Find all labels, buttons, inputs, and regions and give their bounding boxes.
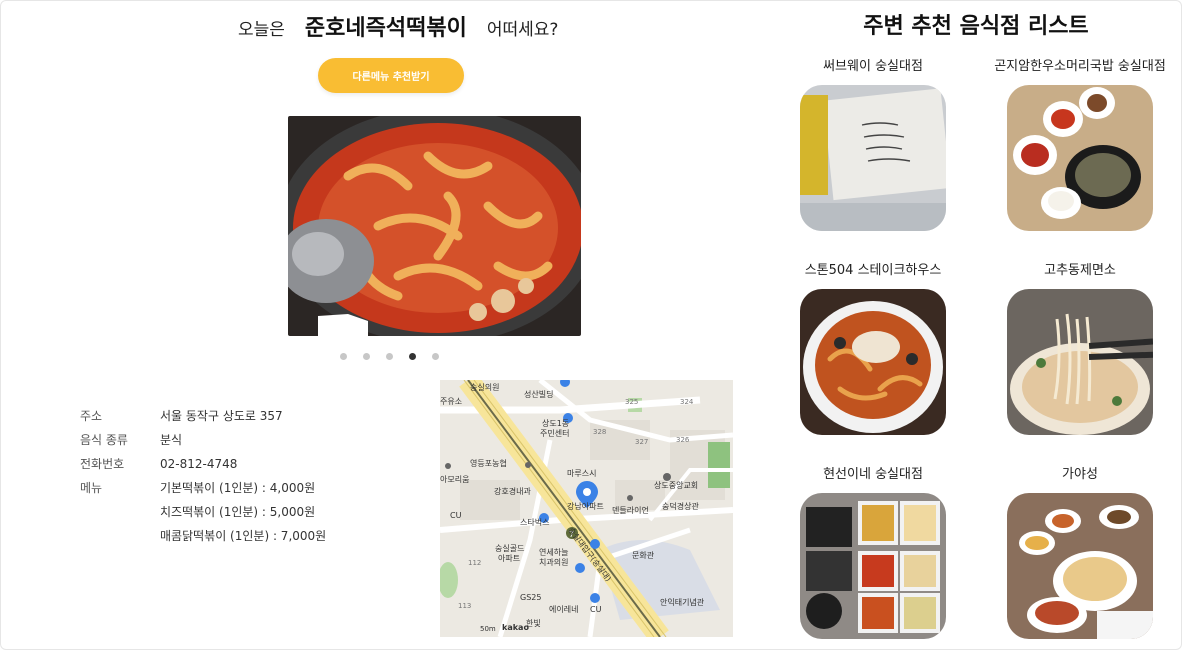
restaurant-photo bbox=[288, 116, 581, 336]
menu-list: 기본떡볶이 (1인분) : 4,000원 치즈떡볶이 (1인분) : 5,000… bbox=[160, 476, 326, 548]
map-label: 아파트 bbox=[498, 553, 520, 563]
carousel-dot-active[interactable] bbox=[409, 353, 416, 360]
address-row: 주소 서울 동작구 상도로 357 bbox=[80, 404, 326, 428]
map-label: 숭실의원 bbox=[470, 382, 499, 392]
category-row: 음식 종류 분식 bbox=[80, 428, 326, 452]
map-label: 326 bbox=[676, 436, 690, 444]
map-label: 치과의원 bbox=[539, 557, 568, 567]
recommend-other-menu-button[interactable]: 다른메뉴 추천받기 bbox=[318, 58, 464, 93]
nearby-card[interactable]: 가야성 bbox=[990, 465, 1170, 639]
menu-label: 메뉴 bbox=[80, 481, 103, 495]
category-label: 음식 종류 bbox=[80, 433, 128, 447]
map-label: 덴들라이언 bbox=[612, 505, 649, 515]
carousel-dot[interactable] bbox=[432, 353, 439, 360]
nearby-card[interactable]: 스톤504 스테이크하우스 bbox=[783, 261, 963, 435]
nearby-thumbnail[interactable] bbox=[800, 289, 946, 435]
map-label: 상도1동 bbox=[542, 418, 569, 428]
carousel-dot[interactable] bbox=[386, 353, 393, 360]
map-label: 성산빌딩 bbox=[524, 389, 553, 399]
map-label: 문화관 bbox=[632, 550, 655, 560]
map-label: 연세하늘 bbox=[539, 547, 568, 557]
nearby-name: 현선이네 숭실대점 bbox=[823, 467, 923, 482]
menu-item: 기본떡볶이 (1인분) : 4,000원 bbox=[160, 481, 316, 495]
map-label: 아모리움 bbox=[440, 474, 469, 484]
carousel-dot[interactable] bbox=[340, 353, 347, 360]
menu-item: 매콤닭떡볶이 (1인분) : 7,000원 bbox=[160, 529, 327, 543]
address-value: 서울 동작구 상도로 357 bbox=[160, 409, 283, 423]
menu-item: 치즈떡볶이 (1인분) : 5,000원 bbox=[160, 505, 316, 519]
nearby-thumbnail[interactable] bbox=[1007, 493, 1153, 639]
map-label: 숭실골드 bbox=[495, 543, 524, 553]
map-label: CU bbox=[450, 511, 462, 520]
map-label: 324 bbox=[680, 398, 694, 406]
nearby-name: 곤지암한우소머리국밥 숭실대점 bbox=[994, 59, 1166, 74]
map-label: 스타벅스 bbox=[520, 517, 549, 527]
nearby-title: 주변 추천 음식점 리스트 bbox=[863, 14, 1089, 39]
address-label: 주소 bbox=[80, 409, 103, 423]
map-label: 에이레네 bbox=[549, 604, 578, 614]
map-label: 안익태기념관 bbox=[660, 597, 705, 607]
map-label: 주민센터 bbox=[540, 428, 569, 438]
map-label: 50m bbox=[480, 625, 496, 633]
nearby-name: 써브웨이 숭실대점 bbox=[823, 59, 923, 74]
map-label: 112 bbox=[468, 559, 481, 567]
map-label: 상도중앙교회 bbox=[654, 480, 698, 490]
map-label: 327 bbox=[635, 438, 648, 446]
map-label: 마루스시 bbox=[567, 469, 596, 478]
nearby-name: 가야성 bbox=[1062, 467, 1098, 482]
map-label: 강호경내과 bbox=[494, 486, 531, 496]
nearby-name: 스톤504 스테이크하우스 bbox=[804, 263, 942, 278]
map-label: 한빛 bbox=[526, 618, 541, 628]
category-value: 분식 bbox=[160, 433, 183, 447]
location-map[interactable]: 7 숭실의원 성산빌딩 주유소 상도1동 주민센터 영등포농협 마루스시 아모리… bbox=[440, 380, 733, 637]
restaurant-info: 주소 서울 동작구 상도로 357 음식 종류 분식 전화번호 02-812-4… bbox=[80, 404, 326, 548]
map-label: 주유소 bbox=[440, 397, 462, 406]
nearby-card[interactable]: 고추동제면소 bbox=[990, 261, 1170, 435]
headline: 오늘은 준호네즉석떡볶이 어떠세요? bbox=[238, 10, 558, 42]
nearby-card[interactable]: 써브웨이 숭실대점 bbox=[783, 57, 963, 231]
map-label: 숭덕경상관 bbox=[662, 501, 699, 511]
map-label: 328 bbox=[593, 428, 606, 436]
nearby-thumbnail[interactable] bbox=[1007, 289, 1153, 435]
nearby-card[interactable]: 곤지암한우소머리국밥 숭실대점 bbox=[990, 57, 1170, 231]
map-label: 강남아파트 bbox=[567, 501, 604, 511]
nearby-name: 고추동제면소 bbox=[1044, 263, 1116, 278]
map-label: 113 bbox=[458, 602, 471, 610]
map-label: CU bbox=[590, 605, 602, 614]
map-label: GS25 bbox=[520, 593, 541, 602]
phone-label: 전화번호 bbox=[80, 457, 125, 471]
carousel-indicator bbox=[340, 353, 439, 360]
carousel-dot[interactable] bbox=[363, 353, 370, 360]
phone-row: 전화번호 02-812-4748 bbox=[80, 452, 326, 476]
nearby-thumbnail[interactable] bbox=[800, 85, 946, 231]
nearby-thumbnail[interactable] bbox=[800, 493, 946, 639]
headline-suffix: 어떠세요? bbox=[486, 20, 559, 40]
map-label: 325 bbox=[625, 398, 638, 406]
menu-row: 메뉴 기본떡볶이 (1인분) : 4,000원 치즈떡볶이 (1인분) : 5,… bbox=[80, 476, 326, 548]
nearby-card[interactable]: 현선이네 숭실대점 bbox=[783, 465, 963, 639]
restaurant-name: 준호네즉석떡볶이 bbox=[304, 16, 467, 41]
phone-value: 02-812-4748 bbox=[160, 457, 238, 471]
map-label: 영등포농협 bbox=[470, 458, 507, 468]
nearby-thumbnail[interactable] bbox=[1007, 85, 1153, 231]
headline-prefix: 오늘은 bbox=[238, 20, 285, 40]
